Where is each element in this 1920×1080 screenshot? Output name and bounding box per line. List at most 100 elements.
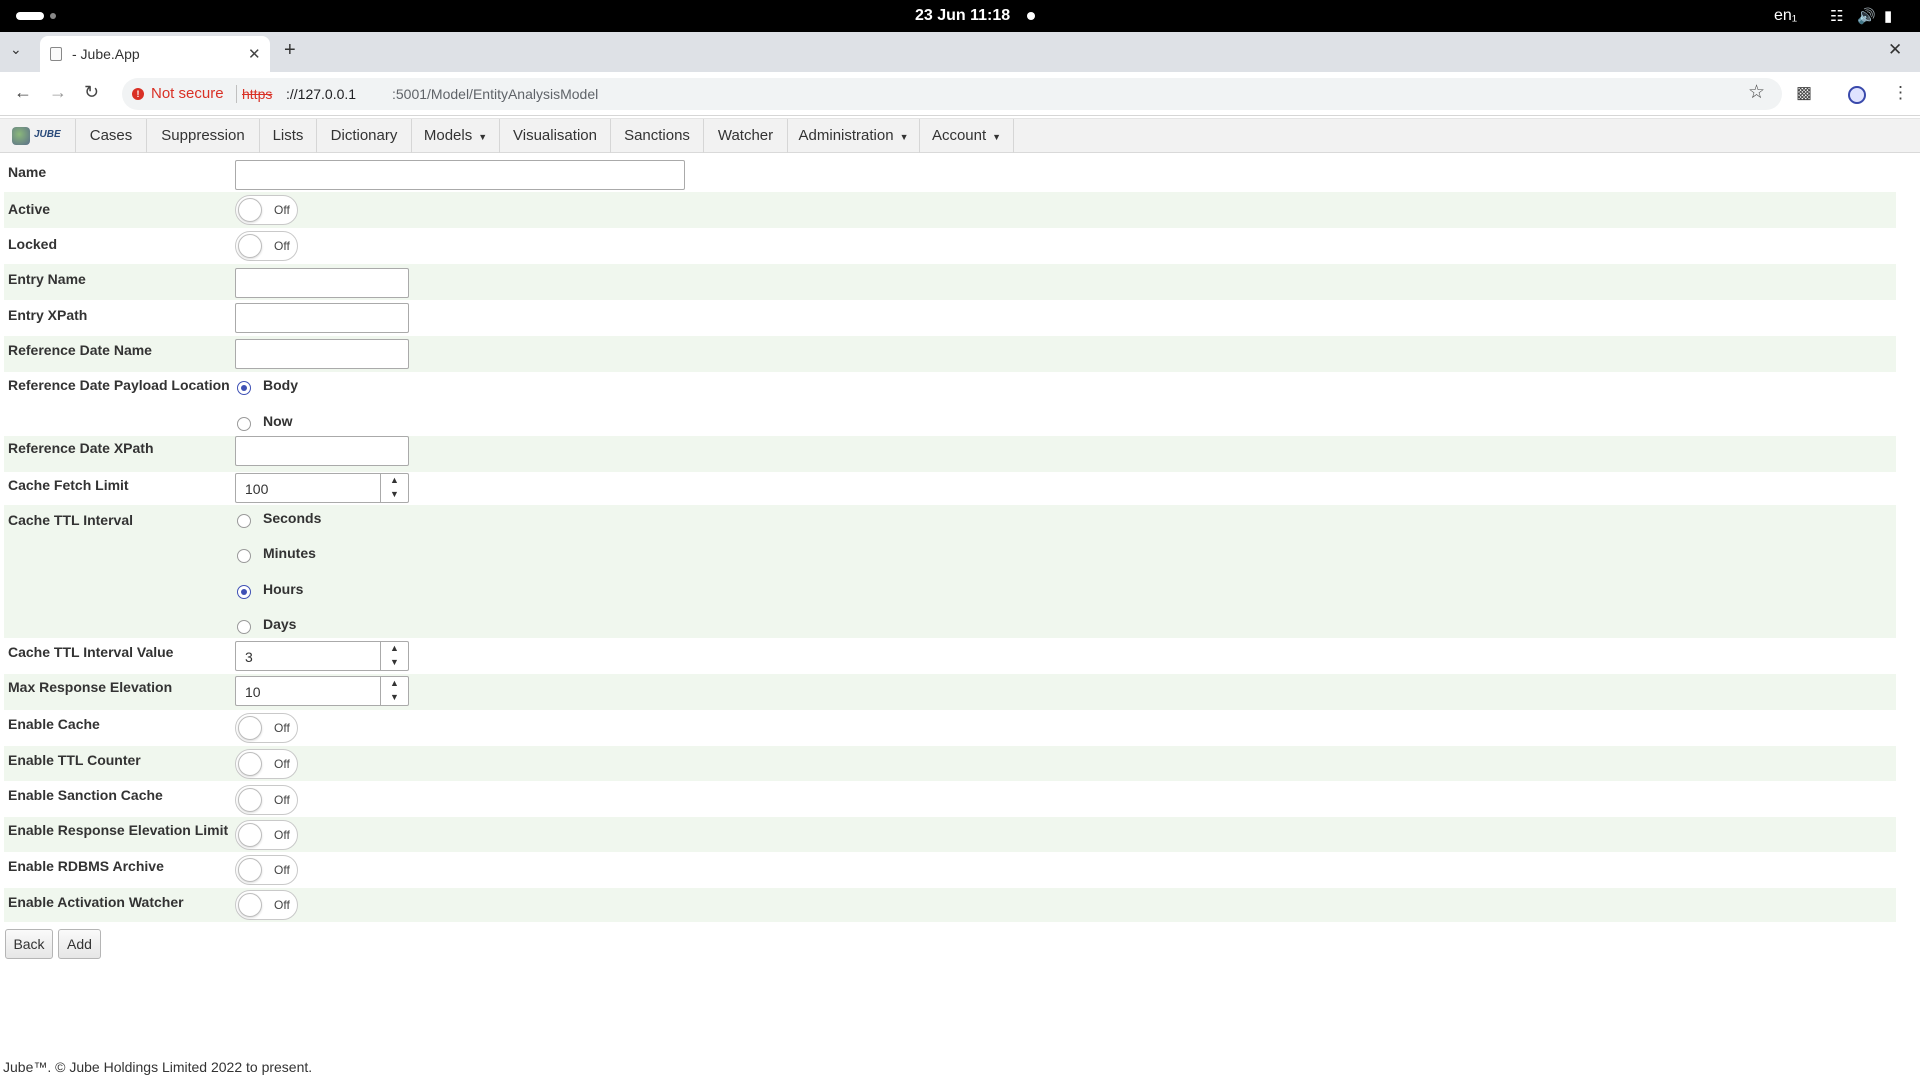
activities-indicator[interactable] [16, 12, 44, 20]
radio-body[interactable] [237, 381, 251, 395]
menu-item-models[interactable]: Models ▼ [412, 119, 500, 153]
toggle-knob [238, 823, 262, 847]
tab-search-chevron-icon[interactable]: ⌄ [10, 41, 22, 58]
stepper[interactable]: ▲ ▼ [380, 642, 408, 670]
forward-arrow-icon[interactable]: → [49, 82, 67, 103]
stepper-down-icon[interactable]: ▼ [390, 489, 399, 499]
number-value: 3 [245, 649, 253, 665]
reference-date-name-input[interactable] [235, 339, 409, 369]
cache-fetch-limit-label: Cache Fetch Limit [8, 477, 129, 493]
enable-ttl-counter-toggle[interactable]: Off [235, 749, 298, 779]
cache-ttl-interval-value-label: Cache TTL Interval Value [8, 644, 174, 660]
battery-icon[interactable]: ▮ [1884, 7, 1892, 25]
stepper-up-icon[interactable]: ▲ [390, 475, 399, 485]
entry-name-label: Entry Name [8, 271, 86, 287]
row-cache-ttl-interval-value: Cache TTL Interval Value 3 ▲ ▼ [4, 638, 1896, 674]
radio-minutes-label[interactable]: Minutes [263, 545, 316, 561]
row-enable-ttl-counter: Enable TTL Counter Off [4, 746, 1896, 781]
max-response-elevation-input[interactable]: 10 ▲ ▼ [235, 676, 409, 706]
name-input[interactable] [235, 160, 685, 190]
entry-name-input[interactable] [235, 268, 409, 298]
extensions-icon[interactable]: ▩ [1796, 83, 1812, 103]
radio-body-label[interactable]: Body [263, 377, 298, 393]
url-host: ://127.0.0.1 [286, 86, 357, 102]
not-secure-icon[interactable]: ! [132, 88, 144, 100]
menu-label: Cases [89, 127, 133, 144]
number-value: 100 [245, 481, 269, 497]
browser-tab[interactable]: - Jube.App ✕ [40, 36, 270, 72]
menu-item-administration[interactable]: Administration ▼ [788, 119, 920, 153]
jube-logo[interactable]: JUBE [0, 119, 76, 153]
workspace-dot [50, 13, 56, 19]
stepper[interactable]: ▲ ▼ [380, 474, 408, 502]
enable-activation-watcher-label: Enable Activation Watcher [8, 894, 184, 910]
stepper-up-icon[interactable]: ▲ [390, 678, 399, 688]
security-status[interactable]: Not secure [151, 85, 224, 102]
address-divider [236, 85, 237, 103]
address-bar[interactable]: ! Not secure https ://127.0.0.1 :5001/Mo… [122, 78, 1782, 110]
reference-date-xpath-label: Reference Date XPath [8, 440, 154, 456]
menu-label: Dictionary [330, 127, 398, 144]
locked-toggle[interactable]: Off [235, 231, 298, 261]
stepper-down-icon[interactable]: ▼ [390, 657, 399, 667]
radio-now[interactable] [237, 417, 251, 431]
radio-days[interactable] [237, 620, 251, 634]
network-icon[interactable]: ☷ [1830, 7, 1843, 25]
tab-close-icon[interactable]: ✕ [248, 45, 261, 63]
reference-date-xpath-input[interactable] [235, 436, 409, 466]
logo-text: JUBE [34, 129, 61, 140]
enable-rdbms-archive-toggle[interactable]: Off [235, 855, 298, 885]
back-arrow-icon[interactable]: ← [14, 82, 32, 103]
window-close-icon[interactable]: ✕ [1888, 40, 1902, 60]
radio-seconds[interactable] [237, 514, 251, 528]
enable-cache-toggle[interactable]: Off [235, 713, 298, 743]
enable-activation-watcher-toggle[interactable]: Off [235, 890, 298, 920]
profile-avatar-icon[interactable] [1848, 86, 1866, 104]
system-clock[interactable]: 23 Jun 11:18 [915, 7, 1010, 25]
radio-days-label[interactable]: Days [263, 616, 296, 632]
active-toggle[interactable]: Off [235, 195, 298, 225]
row-reference-date-name: Reference Date Name [4, 336, 1896, 372]
page-favicon-icon [50, 47, 62, 61]
back-button[interactable]: Back [5, 929, 53, 959]
menu-label: Watcher [717, 127, 774, 144]
row-entry-xpath: Entry XPath [4, 300, 1896, 336]
menu-item-dictionary[interactable]: Dictionary [317, 119, 412, 153]
stepper-up-icon[interactable]: ▲ [390, 643, 399, 653]
radio-now-label[interactable]: Now [263, 413, 293, 429]
radio-hours-label[interactable]: Hours [263, 581, 303, 597]
radio-hours[interactable] [237, 585, 251, 599]
enable-response-elevation-limit-toggle[interactable]: Off [235, 820, 298, 850]
radio-seconds-label[interactable]: Seconds [263, 510, 321, 526]
browser-menu-icon[interactable]: ⋮ [1892, 83, 1909, 103]
add-button[interactable]: Add [58, 929, 101, 959]
new-tab-button[interactable]: + [284, 39, 296, 62]
menu-label: Models [423, 127, 473, 144]
menu-item-sanctions[interactable]: Sanctions [611, 119, 704, 153]
menu-item-suppression[interactable]: Suppression [147, 119, 260, 153]
stepper-down-icon[interactable]: ▼ [390, 692, 399, 702]
menu-item-cases[interactable]: Cases [76, 119, 147, 153]
keyboard-language[interactable]: en₁ [1774, 7, 1797, 25]
bookmark-star-icon[interactable]: ☆ [1748, 81, 1765, 104]
volume-icon[interactable]: 🔊 [1857, 7, 1876, 25]
reference-date-name-label: Reference Date Name [8, 342, 152, 358]
number-value: 10 [245, 684, 261, 700]
app-menu-bar: JUBE Cases Suppression Lists Dictionary … [0, 118, 1920, 153]
toggle-state: Off [274, 898, 290, 912]
menu-item-watcher[interactable]: Watcher [704, 119, 788, 153]
cache-ttl-interval-value-input[interactable]: 3 ▲ ▼ [235, 641, 409, 671]
stepper[interactable]: ▲ ▼ [380, 677, 408, 705]
caret-down-icon: ▼ [992, 132, 1002, 142]
reload-icon[interactable]: ↻ [84, 82, 99, 103]
os-top-bar: 23 Jun 11:18 en₁ ☷ 🔊 ▮ [0, 0, 1920, 32]
entry-xpath-input[interactable] [235, 303, 409, 333]
enable-sanction-cache-toggle[interactable]: Off [235, 785, 298, 815]
radio-minutes[interactable] [237, 549, 251, 563]
menu-item-visualisation[interactable]: Visualisation [500, 119, 611, 153]
row-reference-date-payload-location: Reference Date Payload Location Body Now [4, 372, 1896, 436]
cache-fetch-limit-input[interactable]: 100 ▲ ▼ [235, 473, 409, 503]
caret-down-icon: ▼ [478, 132, 488, 142]
menu-item-account[interactable]: Account ▼ [920, 119, 1014, 153]
menu-item-lists[interactable]: Lists [260, 119, 317, 153]
